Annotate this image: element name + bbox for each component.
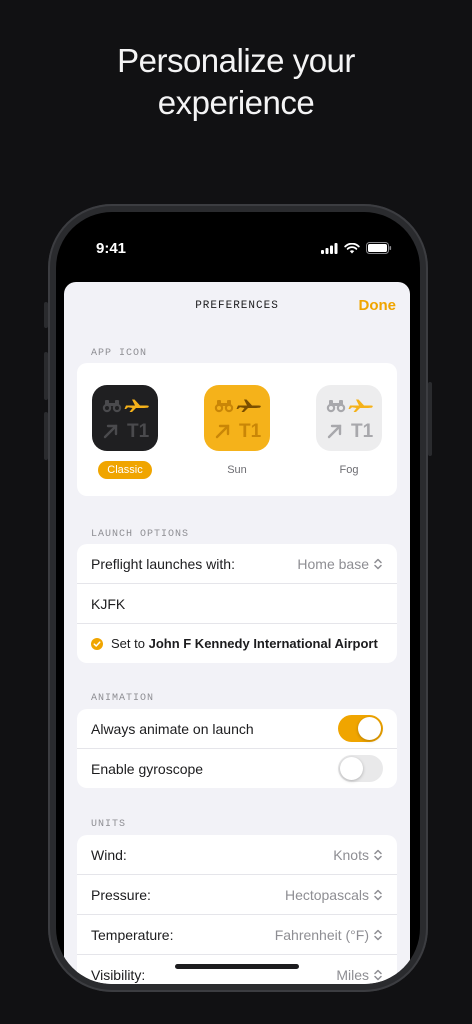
chevron-up-down-icon [374, 929, 382, 940]
battery-icon [366, 242, 392, 254]
wifi-icon [344, 242, 360, 253]
pressure-unit-picker[interactable]: Hectopascals [285, 887, 383, 903]
status-time: 9:41 [96, 240, 127, 257]
preflight-launch-picker[interactable]: Home base [297, 556, 383, 572]
temperature-unit-label: Temperature: [91, 926, 174, 943]
airport-confirmation-name: John F Kennedy International Airport [148, 636, 378, 651]
app-icon-option-sun[interactable]: T1 Sun [204, 385, 270, 479]
visibility-unit-picker[interactable]: Miles [336, 967, 383, 983]
headline-line-1: Personalize your [117, 42, 355, 79]
temperature-unit-row[interactable]: Temperature: Fahrenheit (°F) [77, 914, 397, 954]
airport-confirmation-prefix: Set to [111, 636, 145, 651]
status-icons [321, 242, 392, 254]
animation-card: Always animate on launch Enable gyroscop… [77, 709, 397, 788]
phone-power-button [428, 382, 432, 456]
gyroscope-row: Enable gyroscope [77, 748, 397, 788]
fog-app-icon: T1 [316, 385, 382, 451]
wind-unit-value: Knots [333, 846, 369, 863]
preflight-launch-value: Home base [297, 555, 369, 572]
airport-code-field[interactable]: KJFK [91, 596, 125, 612]
pressure-unit-value: Hectopascals [284, 886, 369, 903]
airport-code-row[interactable]: KJFK [77, 583, 397, 623]
phone-screen: 9:41 PREFERENCES Done APP ICON T1 Classi… [56, 212, 420, 984]
app-icon-label-classic: Classic [98, 461, 152, 479]
animate-on-launch-label: Always animate on launch [91, 720, 254, 737]
app-icon-terminal-text: T1 [127, 421, 150, 442]
wind-unit-row[interactable]: Wind: Knots [77, 835, 397, 874]
gyroscope-toggle[interactable] [338, 755, 383, 782]
checkmark-circle-icon [91, 637, 103, 650]
chevron-up-down-icon [374, 969, 382, 980]
units-card: Wind: Knots Pressure: Hectopascals Tempe… [77, 835, 397, 984]
temperature-unit-value: Fahrenheit (°F) [274, 926, 369, 943]
gyroscope-label: Enable gyroscope [91, 760, 204, 777]
pressure-unit-label: Pressure: [91, 886, 151, 903]
home-indicator[interactable] [175, 964, 299, 969]
headline-line-2: experience [157, 84, 315, 121]
classic-app-icon: T1 [92, 385, 158, 451]
app-icon-card: T1 Classic T1 Sun T1 Fog [77, 363, 397, 496]
pressure-unit-row[interactable]: Pressure: Hectopascals [77, 874, 397, 914]
preflight-launch-row[interactable]: Preflight launches with: Home base [77, 544, 397, 583]
visibility-unit-row[interactable]: Visibility: Miles [77, 954, 397, 984]
phone-volume-up-button [44, 352, 48, 400]
app-icon-option-fog[interactable]: T1 Fog [316, 385, 382, 479]
animation-section-label: ANIMATION [91, 693, 155, 704]
launch-options-card: Preflight launches with: Home base KJFK … [77, 544, 397, 663]
animate-on-launch-row: Always animate on launch [77, 709, 397, 748]
visibility-unit-label: Visibility: [91, 966, 146, 983]
chevron-up-down-icon [374, 558, 382, 569]
cellular-signal-icon [321, 242, 338, 254]
wind-unit-label: Wind: [91, 846, 127, 863]
animate-on-launch-toggle[interactable] [338, 715, 383, 742]
chevron-up-down-icon [374, 849, 382, 860]
preflight-launch-label: Preflight launches with: [91, 555, 235, 572]
app-icon-section-label: APP ICON [91, 348, 148, 359]
temperature-unit-picker[interactable]: Fahrenheit (°F) [275, 927, 383, 943]
app-icon-option-classic[interactable]: T1 Classic [92, 385, 158, 479]
preferences-sheet: PREFERENCES Done APP ICON T1 Classic T1 … [64, 282, 410, 984]
airport-confirmation-text: Set to John F Kennedy International Airp… [111, 636, 378, 651]
headline: Personalize your experience [0, 40, 472, 124]
phone-volume-down-button [44, 412, 48, 460]
done-button[interactable]: Done [359, 297, 397, 314]
chevron-up-down-icon [374, 889, 382, 900]
airport-confirmation-row: Set to John F Kennedy International Airp… [77, 623, 397, 663]
phone-action-button [44, 302, 48, 328]
sun-app-icon: T1 [204, 385, 270, 451]
visibility-unit-value: Miles [336, 966, 369, 983]
app-icon-terminal-text: T1 [351, 421, 374, 442]
units-section-label: UNITS [91, 819, 127, 830]
launch-options-section-label: LAUNCH OPTIONS [91, 529, 190, 540]
app-icon-terminal-text: T1 [239, 421, 262, 442]
app-icon-label-sun: Sun [227, 464, 247, 476]
dynamic-island [180, 232, 296, 266]
wind-unit-picker[interactable]: Knots [333, 847, 383, 863]
app-icon-label-fog: Fog [339, 464, 359, 476]
